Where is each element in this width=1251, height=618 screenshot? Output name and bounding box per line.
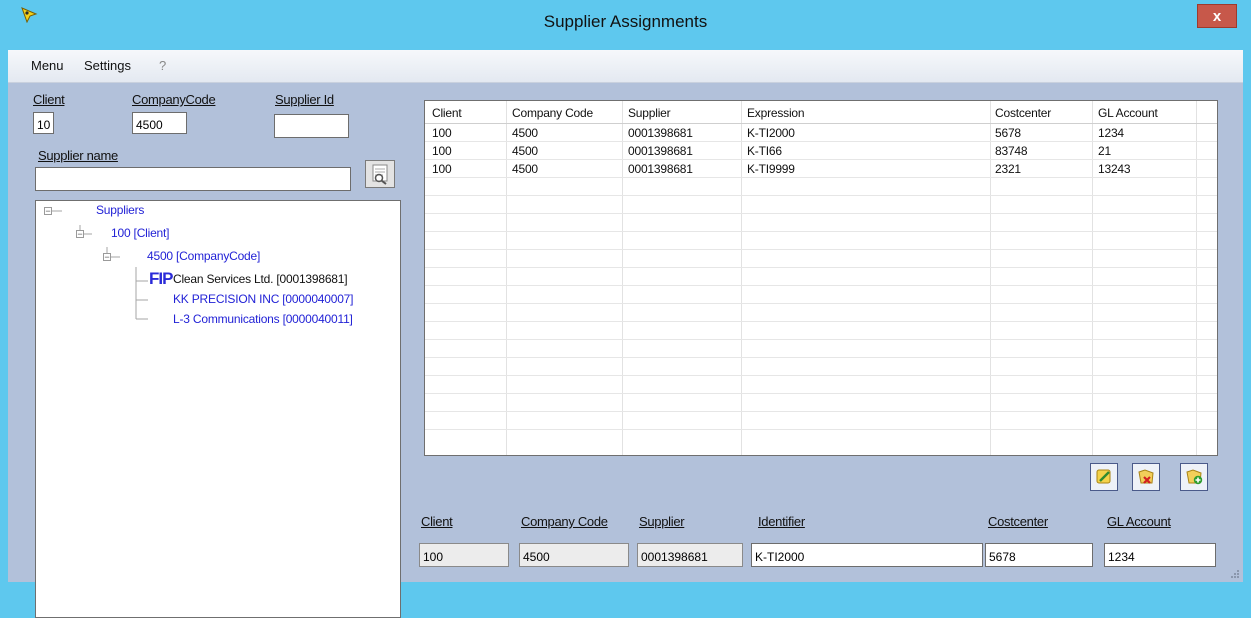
- edit-icon: [1096, 469, 1111, 484]
- add-icon: [1186, 469, 1203, 485]
- column-header-supplier[interactable]: Supplier: [628, 106, 671, 120]
- detail-identifier-label: Identifier: [758, 514, 805, 529]
- grid-cell[interactable]: 0001398681: [628, 144, 693, 158]
- window-body: Menu Settings ? Client CompanyCode Suppl…: [8, 50, 1243, 618]
- grid-cell[interactable]: K-TI2000: [747, 126, 795, 140]
- column-header-costcenter[interactable]: Costcenter: [995, 106, 1051, 120]
- tree-node-company[interactable]: 4500 [CompanyCode]: [147, 249, 260, 263]
- supplier-tree[interactable]: − Suppliers − 100 [Client] − 4500 [Compa…: [35, 200, 401, 618]
- client-filter-input[interactable]: [33, 112, 54, 134]
- grid-cell[interactable]: 4500: [512, 162, 538, 176]
- grid-cell[interactable]: 4500: [512, 144, 538, 158]
- supplier-name-input[interactable]: [35, 167, 351, 191]
- company-code-filter-input[interactable]: [132, 112, 187, 134]
- grid-cell[interactable]: K-TI9999: [747, 162, 795, 176]
- detail-gl-account-label: GL Account: [1107, 514, 1171, 529]
- add-button[interactable]: [1180, 463, 1208, 491]
- column-header-client[interactable]: Client: [432, 106, 462, 120]
- delete-icon: [1138, 469, 1154, 484]
- fip-marker-icon: FIP: [149, 269, 173, 288]
- tree-node-client[interactable]: 100 [Client]: [111, 226, 170, 240]
- detail-client-label: Client: [421, 514, 453, 529]
- assignments-grid[interactable]: Client Company Code Supplier Expression …: [424, 100, 1218, 456]
- collapse-icon[interactable]: −: [103, 253, 111, 262]
- window-title: Supplier Assignments: [543, 12, 708, 31]
- search-list-icon: [372, 164, 388, 185]
- column-header-gl-account[interactable]: GL Account: [1098, 106, 1158, 120]
- identifier-input[interactable]: [751, 543, 983, 567]
- detail-supplier-label: Supplier: [639, 514, 685, 529]
- grid-cell[interactable]: 0001398681: [628, 126, 693, 140]
- grid-cell[interactable]: 1234: [1098, 126, 1124, 140]
- grid-cell[interactable]: 100: [432, 162, 452, 176]
- collapse-icon[interactable]: −: [44, 207, 52, 216]
- grid-cell[interactable]: 0001398681: [628, 162, 693, 176]
- grid-cell[interactable]: 5678: [995, 126, 1021, 140]
- grid-cell[interactable]: K-TI66: [747, 144, 782, 158]
- resize-grip-icon[interactable]: [1230, 569, 1240, 579]
- close-button[interactable]: x: [1197, 4, 1237, 28]
- detail-company-code-label: Company Code: [521, 514, 608, 529]
- grid-cell[interactable]: 100: [432, 144, 452, 158]
- tree-node-supplier[interactable]: KK PRECISION INC [0000040007]: [173, 292, 353, 306]
- grid-cell[interactable]: 13243: [1098, 162, 1131, 176]
- supplier-name-label: Supplier name: [38, 148, 118, 163]
- edit-button[interactable]: [1090, 463, 1118, 491]
- supplier-id-label: Supplier Id: [275, 92, 334, 107]
- detail-client-field[interactable]: [419, 543, 509, 567]
- company-code-label: CompanyCode: [132, 92, 216, 107]
- supplier-id-filter-input[interactable]: [274, 114, 349, 138]
- client-label: Client: [33, 92, 65, 107]
- menu-bar: Menu Settings ?: [8, 50, 1243, 83]
- menu-item-settings[interactable]: Settings: [84, 58, 131, 73]
- search-button[interactable]: [365, 160, 395, 188]
- title-bar: Supplier Assignments x: [0, 0, 1251, 50]
- menu-item-help[interactable]: ?: [159, 58, 166, 73]
- delete-button[interactable]: [1132, 463, 1160, 491]
- tree-node-supplier[interactable]: L-3 Communications [0000040011]: [173, 312, 353, 326]
- collapse-icon[interactable]: −: [76, 230, 84, 239]
- detail-company-code-field[interactable]: [519, 543, 629, 567]
- detail-costcenter-label: Costcenter: [988, 514, 1048, 529]
- menu-item-menu[interactable]: Menu: [31, 58, 64, 73]
- detail-supplier-field[interactable]: [637, 543, 743, 567]
- column-header-expression[interactable]: Expression: [747, 106, 805, 120]
- gl-account-input[interactable]: [1104, 543, 1216, 567]
- grid-cell[interactable]: 21: [1098, 144, 1111, 158]
- grid-cell[interactable]: 4500: [512, 126, 538, 140]
- costcenter-input[interactable]: [985, 543, 1093, 567]
- column-header-company-code[interactable]: Company Code: [512, 106, 593, 120]
- grid-cell[interactable]: 100: [432, 126, 452, 140]
- grid-cell[interactable]: 83748: [995, 144, 1028, 158]
- tree-node-supplier[interactable]: Clean Services Ltd. [0001398681]: [173, 272, 348, 286]
- grid-cell[interactable]: 2321: [995, 162, 1021, 176]
- tree-node-suppliers[interactable]: Suppliers: [96, 203, 144, 217]
